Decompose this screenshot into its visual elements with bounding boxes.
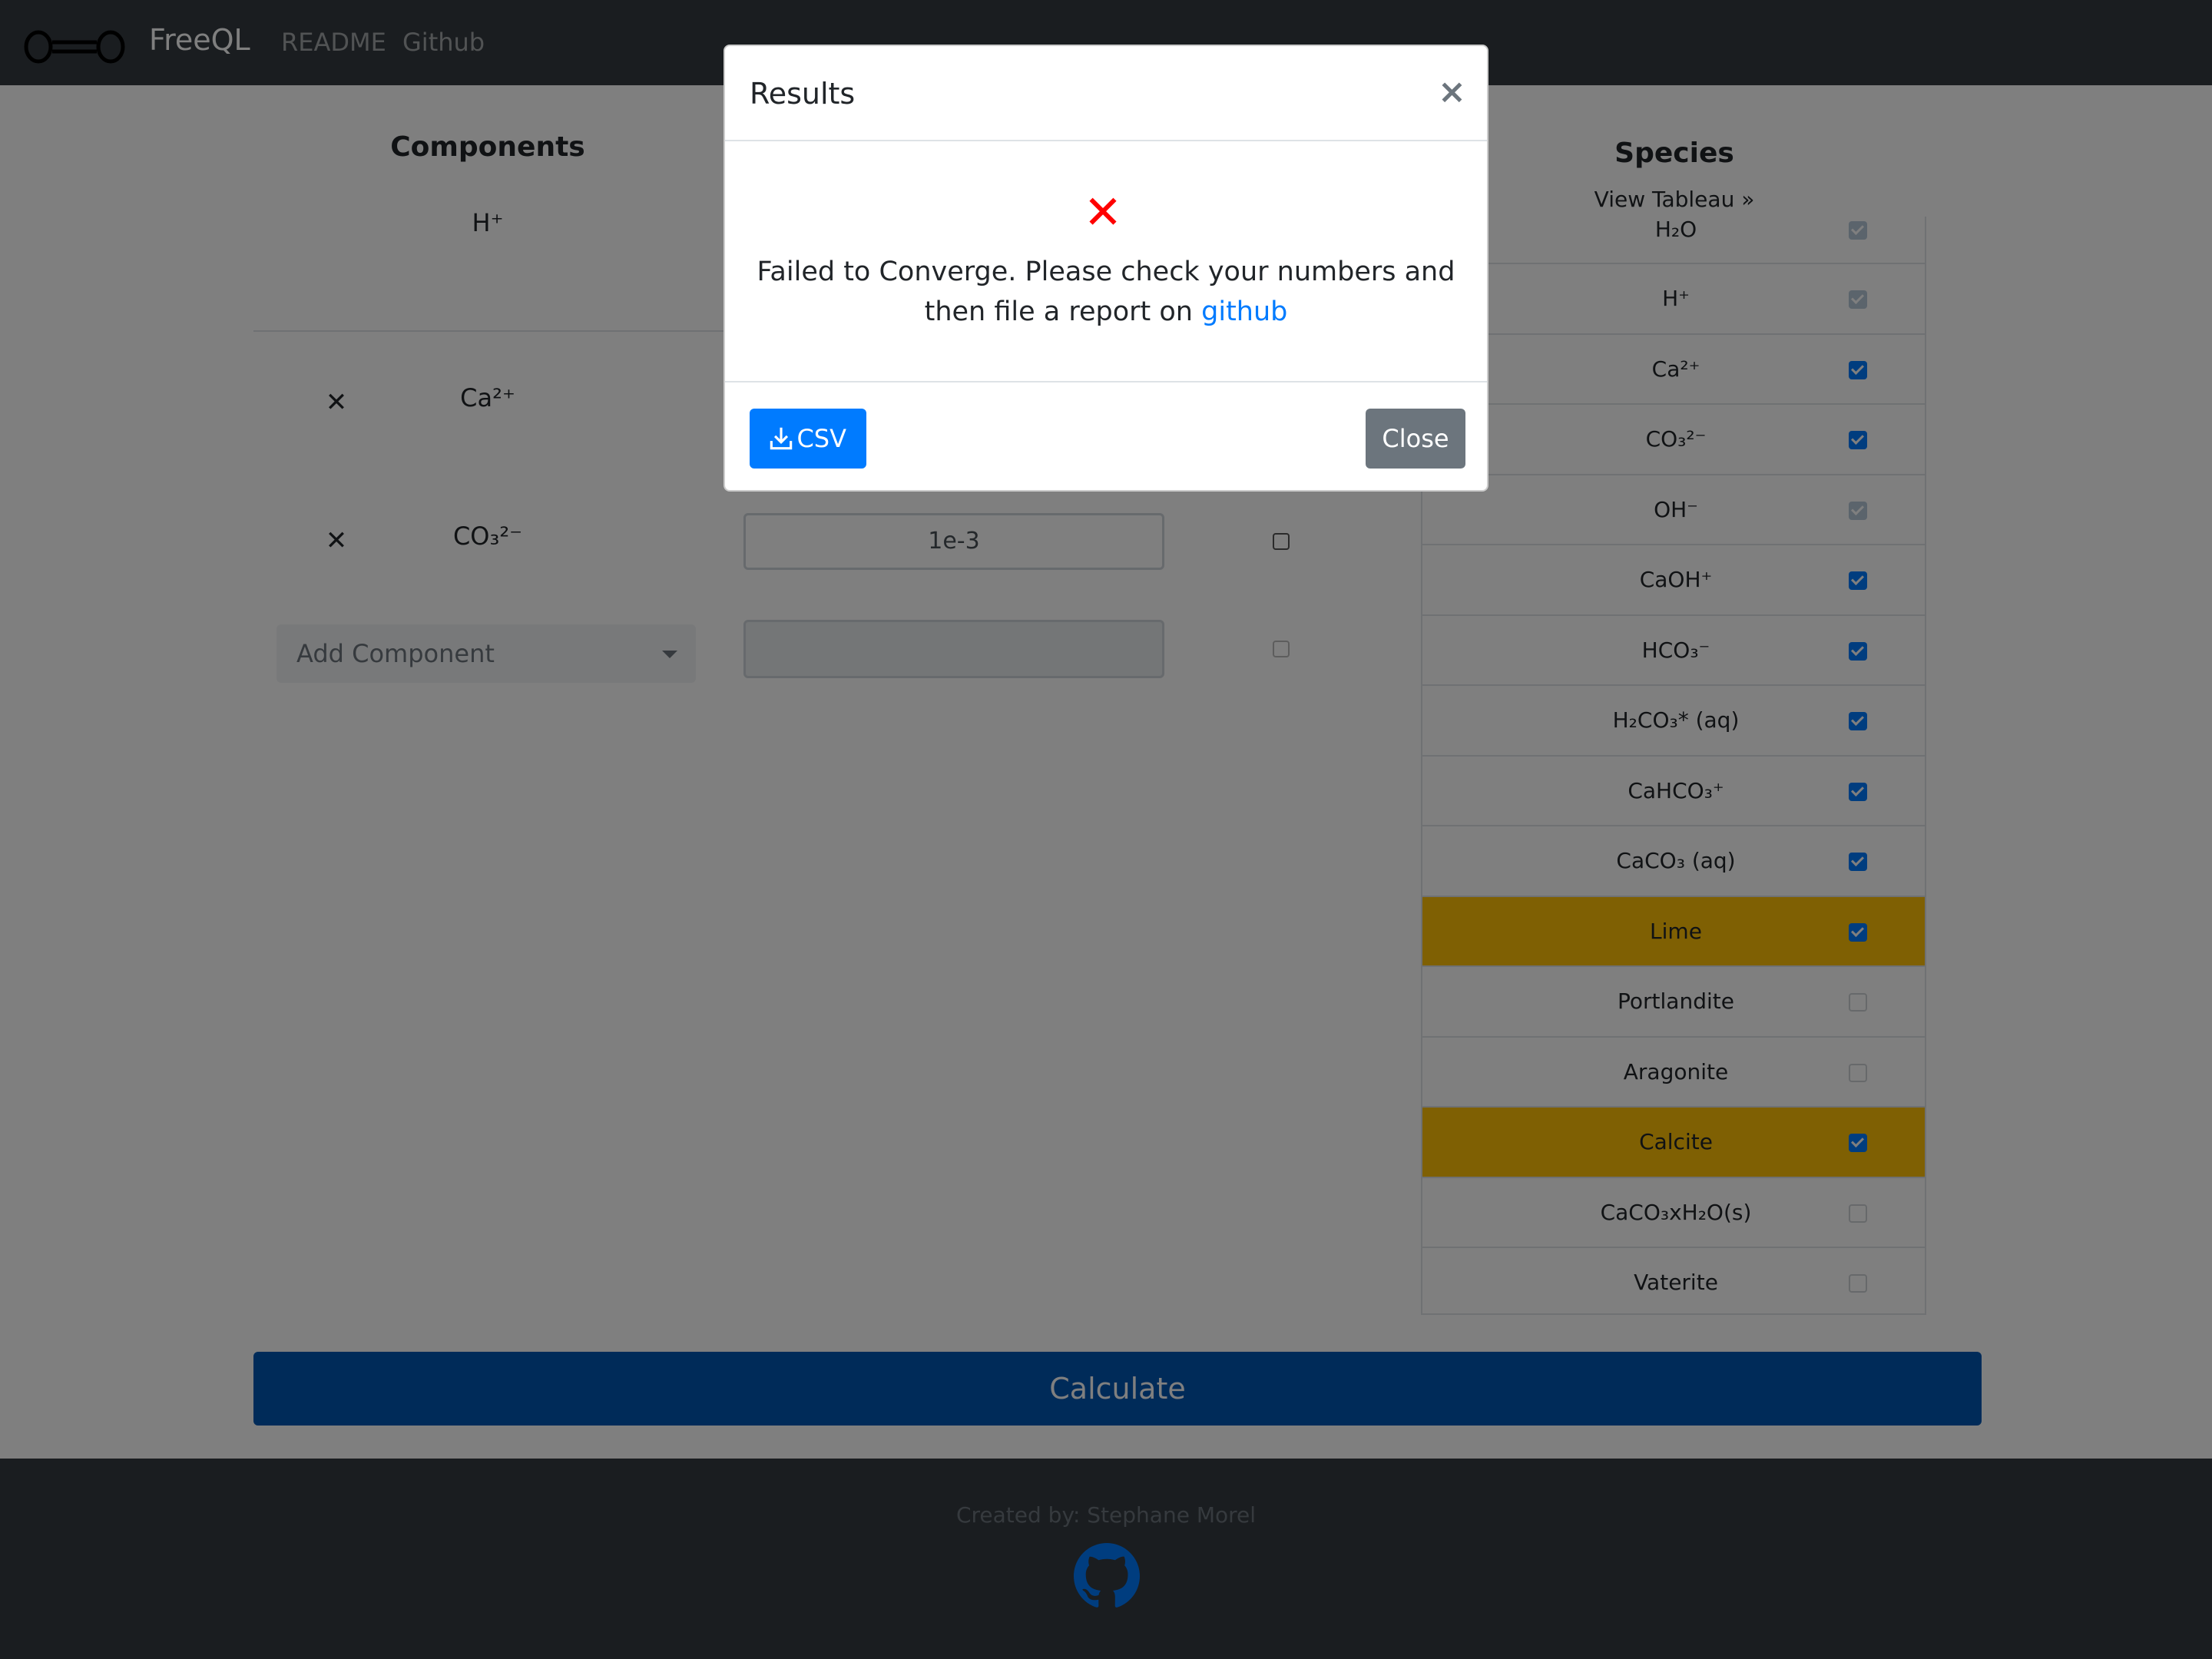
download-icon (770, 427, 793, 450)
csv-download-button[interactable]: CSV (750, 409, 866, 469)
close-button[interactable]: Close (1366, 409, 1465, 469)
csv-label: CSV (796, 424, 846, 453)
modal-header: Results × (725, 46, 1487, 141)
error-icon: ✕ (1083, 186, 1123, 240)
error-message-text: Failed to Converge. Please check your nu… (757, 257, 1455, 327)
close-icon[interactable]: × (1438, 72, 1466, 111)
error-message: Failed to Converge. Please check your nu… (756, 252, 1456, 332)
results-modal: Results × ✕ Failed to Converge. Please c… (724, 45, 1488, 492)
modal-footer: CSV Close (725, 381, 1487, 492)
github-report-link[interactable]: github (1201, 296, 1287, 327)
modal-title: Results (750, 77, 856, 111)
